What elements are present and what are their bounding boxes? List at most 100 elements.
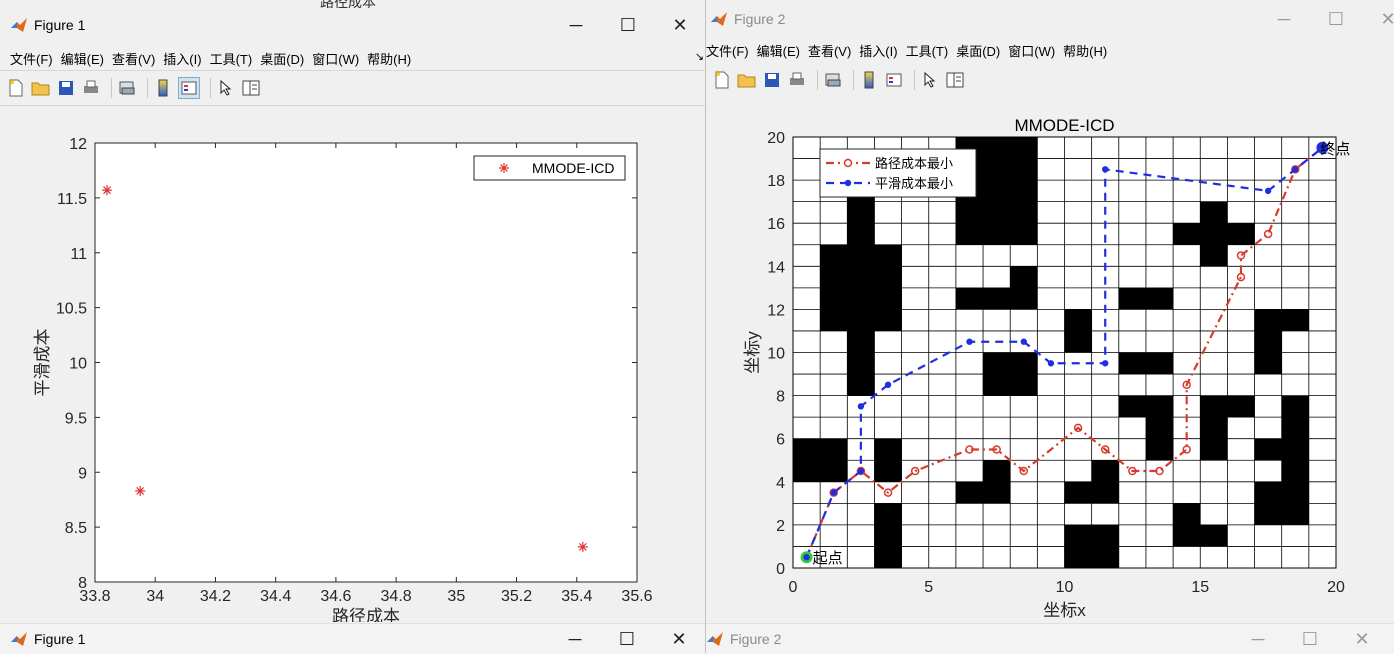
dock-arrow-icon[interactable]: ↘ — [695, 50, 704, 63]
figure2-bottom-controls: ─ ☐ ✕ — [1232, 624, 1388, 654]
menu-tools[interactable]: 工具(T) — [210, 49, 253, 68]
data-point — [577, 541, 588, 552]
figure1-menubar: 文件(F) 编辑(E) 查看(V) 插入(I) 工具(T) 桌面(D) 窗口(W… — [0, 46, 706, 70]
smooth-cost-point — [857, 467, 865, 475]
figure2-menubar: 文件(F) 编辑(E) 查看(V) 插入(I) 工具(T) 桌面(D) 窗口(W… — [706, 38, 1394, 62]
menu-view[interactable]: 查看(V) — [808, 41, 851, 60]
obstacle — [1200, 524, 1228, 547]
start-marker-inner — [803, 554, 810, 561]
property-inspector-icon[interactable] — [241, 78, 261, 98]
obstacle — [1064, 481, 1092, 504]
y-tick-label: 16 — [767, 216, 785, 233]
x-tick-label: 35.2 — [501, 588, 532, 605]
plot-area — [94, 142, 638, 583]
minimize-button[interactable]: ─ — [550, 15, 602, 36]
y-tick-label: 12 — [69, 136, 87, 153]
minimize-button[interactable]: ─ — [1258, 9, 1310, 30]
figure1-bottom-window[interactable]: Figure 1 ─ ☐ ✕ — [0, 623, 705, 654]
menu-help[interactable]: 帮助(H) — [367, 49, 411, 68]
x-tick-label: 0 — [789, 579, 798, 596]
minimize-button[interactable]: ─ — [1232, 629, 1284, 650]
menu-edit[interactable]: 编辑(E) — [61, 49, 104, 68]
legend-label: 平滑成本最小 — [875, 176, 953, 191]
save-icon[interactable] — [56, 78, 76, 98]
pointer-icon[interactable] — [216, 78, 236, 98]
link-plot-icon[interactable] — [117, 78, 137, 98]
obstacle — [1281, 309, 1309, 331]
obstacle — [955, 287, 1038, 310]
open-folder-icon[interactable] — [737, 70, 757, 90]
minimize-button[interactable]: ─ — [549, 629, 601, 650]
maximize-button[interactable]: ☐ — [1310, 9, 1362, 30]
menu-window[interactable]: 窗口(W) — [1008, 41, 1055, 60]
x-tick-label: 34 — [146, 588, 164, 605]
colorbar-icon[interactable] — [859, 70, 879, 90]
figure1-toolbar — [0, 72, 706, 104]
y-tick-label: 18 — [767, 173, 785, 190]
menu-help[interactable]: 帮助(H) — [1063, 41, 1107, 60]
x-axis-label: 路径成本 — [332, 607, 400, 622]
menu-view[interactable]: 查看(V) — [112, 49, 155, 68]
legend-marker — [844, 179, 852, 187]
figure2-bottom-window[interactable]: Figure 2 ─ ☐ ✕ — [706, 623, 1394, 654]
legend-icon[interactable] — [178, 77, 200, 99]
legend-icon[interactable] — [884, 70, 904, 90]
obstacle — [874, 503, 902, 568]
new-file-icon[interactable] — [712, 70, 732, 90]
menu-file[interactable]: 文件(F) — [706, 41, 749, 60]
menu-tools[interactable]: 工具(T) — [906, 41, 949, 60]
y-tick-label: 20 — [767, 130, 785, 147]
smooth-cost-point — [1102, 360, 1109, 367]
save-icon[interactable] — [762, 70, 782, 90]
y-axis-label: 坐标y — [743, 331, 762, 374]
obstacle — [1254, 309, 1282, 375]
menu-file[interactable]: 文件(F) — [10, 49, 53, 68]
property-inspector-icon[interactable] — [945, 70, 965, 90]
y-tick-label: 9.5 — [65, 410, 87, 427]
close-button[interactable]: ✕ — [1362, 9, 1394, 30]
y-tick-label: 10.5 — [56, 301, 87, 318]
y-tick-label: 8.5 — [65, 520, 87, 537]
obstacle — [1227, 395, 1255, 418]
menu-insert[interactable]: 插入(I) — [163, 49, 201, 68]
menu-window[interactable]: 窗口(W) — [312, 49, 359, 68]
x-tick-label: 15 — [1191, 579, 1209, 596]
obstacle — [1118, 395, 1146, 418]
smooth-cost-point — [1292, 166, 1299, 173]
pointer-icon[interactable] — [920, 70, 940, 90]
y-tick-label: 8 — [776, 389, 785, 406]
maximize-button[interactable]: ☐ — [602, 15, 654, 36]
smooth-cost-point — [830, 489, 837, 496]
maximize-button[interactable]: ☐ — [601, 629, 653, 650]
figure2-canvas: 0 5 10 15 20 0 2 4 6 8 10 12 14 16 18 20 MMODE-ICD 坐标x 坐标y… — [706, 98, 1394, 622]
obstacle — [1200, 201, 1228, 267]
obstacle — [1010, 266, 1038, 288]
figure1-window: Figure 1 ─ ☐ ✕ 文件(F) 编辑(E) 查看(V) 插入(I) 工… — [0, 8, 706, 622]
x-tick-label: 34.4 — [260, 588, 291, 605]
x-tick-label: 34.2 — [200, 588, 231, 605]
obstacle — [1254, 438, 1282, 461]
print-icon[interactable] — [81, 78, 101, 98]
end-label: 终点 — [1320, 141, 1350, 158]
close-button[interactable]: ✕ — [653, 629, 705, 650]
smooth-cost-point — [1264, 187, 1272, 195]
smooth-cost-point — [1020, 338, 1027, 345]
link-plot-icon[interactable] — [823, 70, 843, 90]
menu-insert[interactable]: 插入(I) — [859, 41, 897, 60]
menu-edit[interactable]: 编辑(E) — [757, 41, 800, 60]
open-folder-icon[interactable] — [31, 78, 51, 98]
menu-desktop[interactable]: 桌面(D) — [260, 49, 304, 68]
print-icon[interactable] — [787, 70, 807, 90]
x-tick-label: 35.6 — [621, 588, 652, 605]
close-button[interactable]: ✕ — [654, 15, 706, 36]
close-button[interactable]: ✕ — [1336, 629, 1388, 650]
maximize-button[interactable]: ☐ — [1284, 629, 1336, 650]
matlab-logo-icon — [11, 632, 27, 646]
new-file-icon[interactable] — [6, 78, 26, 98]
smooth-cost-point — [884, 381, 892, 389]
figure2-title: Figure 2 — [734, 11, 786, 27]
pareto-scatter-chart: 33.8 34 34.2 34.4 34.6 34.8 35 35.2 35.4 35.688.5… — [33, 136, 653, 622]
obstacle — [1200, 395, 1228, 461]
colorbar-icon[interactable] — [153, 78, 173, 98]
menu-desktop[interactable]: 桌面(D) — [956, 41, 1000, 60]
